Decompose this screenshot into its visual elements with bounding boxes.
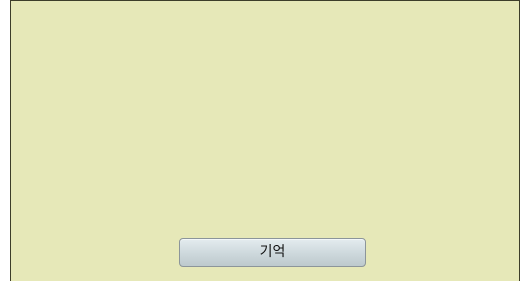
main-panel: 기억: [10, 0, 520, 281]
memory-button[interactable]: 기억: [179, 238, 366, 267]
